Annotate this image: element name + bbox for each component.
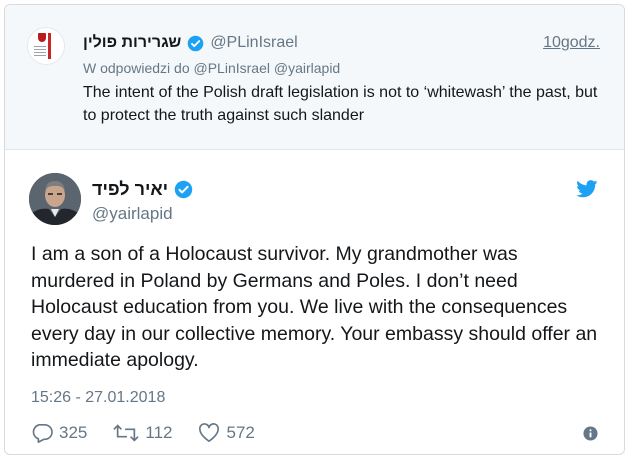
author-display-name[interactable]: יאיר לפיד [92,179,168,200]
like-count: 572 [226,423,255,442]
author-header: יאיר לפיד [92,179,193,200]
reply-icon [32,424,53,443]
parent-handle[interactable]: @PLinIsrael [210,34,297,52]
logo-text-line [34,49,46,50]
author-handle[interactable]: @yairlapid [92,204,173,224]
tweet-timestamp-link[interactable]: 15:26 - 27.01.2018 [31,389,165,407]
parent-header: שגרירות פולין @PLinIsrael [83,34,298,52]
logo-text-line [34,52,46,53]
polish-embassy-emblem-icon [38,33,46,42]
retweet-count: 112 [145,423,173,442]
retweet-icon [113,424,140,442]
verified-badge-icon [174,180,193,199]
twitter-bird-icon[interactable] [576,180,598,198]
reply-button[interactable]: 325 [31,423,87,443]
tweet-actions: 325 112 572 [31,423,281,443]
logo-text-line [34,46,46,47]
tweet-text: I am a son of a Holocaust survivor. My g… [31,243,598,371]
info-icon[interactable] [583,426,598,441]
parent-avatar[interactable] [27,27,65,65]
like-heart-icon [199,423,220,442]
verified-badge-icon [188,35,204,51]
retweet-button[interactable]: 112 [113,423,172,443]
parent-timestamp-link[interactable]: 10godz. [543,34,600,52]
parent-display-name[interactable]: שגרירות פולין [83,34,181,52]
author-avatar[interactable] [29,173,81,225]
reply-to-line[interactable]: W odpowiedzi do @PLinIsrael @yairlapid [83,60,340,76]
logo-text-line [34,55,46,56]
author-photo [29,173,81,225]
like-button[interactable]: 572 [198,423,255,443]
reply-count: 325 [59,423,88,442]
parent-tweet[interactable]: שגרירות פולין @PLinIsrael 10godz. W odpo… [5,5,624,150]
flag-stripe [48,33,51,59]
embedded-tweet-card: שגרירות פולין @PLinIsrael 10godz. W odpo… [4,4,625,455]
parent-tweet-text: The intent of the Polish draft legislati… [83,84,598,124]
